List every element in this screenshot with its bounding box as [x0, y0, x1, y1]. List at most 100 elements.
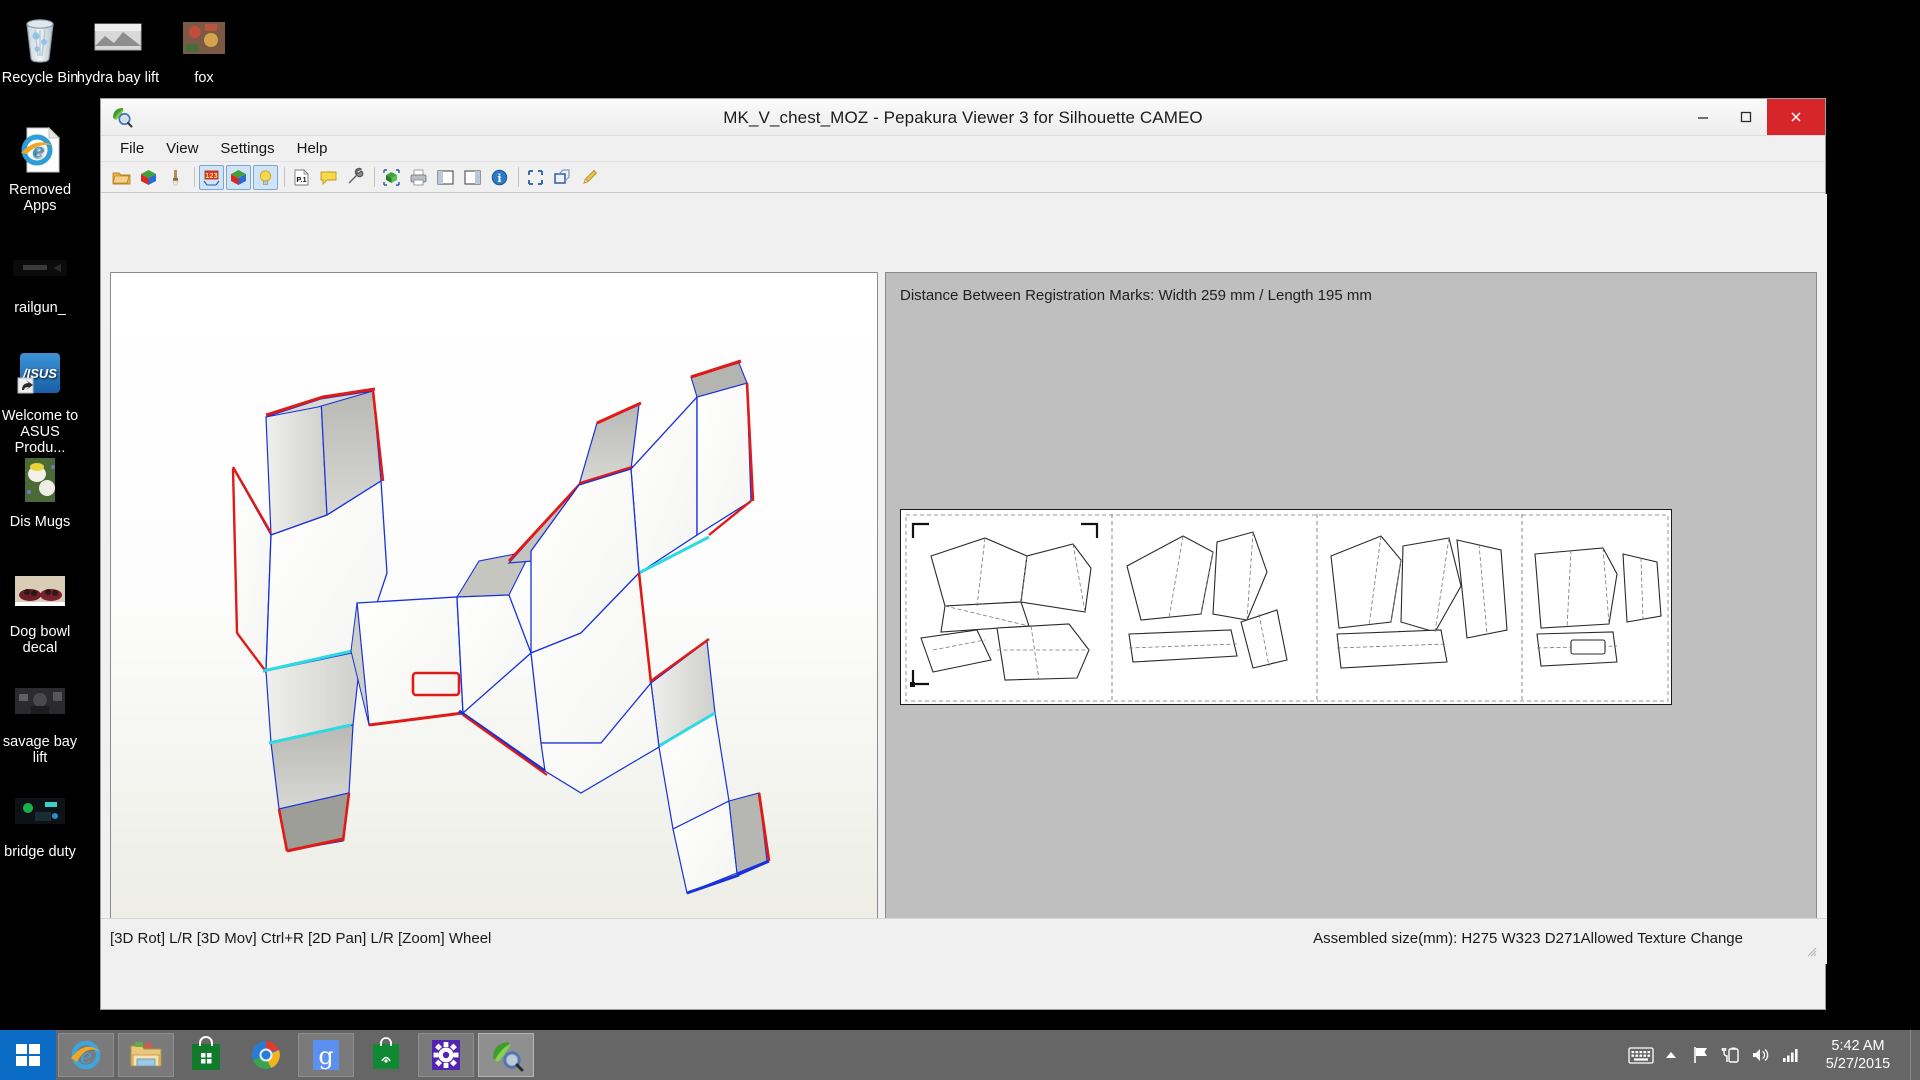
highlight-bulb-button[interactable]	[253, 164, 278, 190]
svg-text:e: e	[80, 1044, 92, 1068]
2d-pattern-viewport[interactable]: Distance Between Registration Marks: Wid…	[885, 272, 1817, 964]
edit-pencil-button[interactable]	[577, 165, 602, 190]
photo-thumbnail-icon	[11, 562, 69, 620]
svg-text:e: e	[32, 138, 44, 162]
clock-time: 5:42 AM	[1831, 1038, 1885, 1054]
menu-bar[interactable]: File View Settings Help	[101, 136, 1825, 162]
photo-thumbnail-icon	[11, 672, 69, 730]
show-desktop-button[interactable]	[1910, 1030, 1920, 1080]
svg-text:P.1: P.1	[296, 175, 306, 184]
green-bag-icon	[373, 1037, 399, 1069]
settings-wrench-button[interactable]	[343, 165, 368, 190]
internet-explorer-document-icon: e	[11, 120, 69, 178]
desktop-icon-label: bridge duty	[4, 844, 76, 860]
taskbar-google[interactable]: g	[298, 1033, 354, 1077]
client-area: Distance Between Registration Marks: Wid…	[101, 194, 1827, 964]
resize-grip[interactable]	[1805, 944, 1817, 957]
pattern-sheet[interactable]	[900, 509, 1672, 705]
status-hints: [3D Rot] L/R [3D Mov] Ctrl+R [2D Pan] L/…	[110, 930, 492, 947]
desktop-icon-railgun[interactable]: railgun_	[0, 238, 86, 316]
photo-thumbnail-icon	[89, 8, 147, 66]
toolbar-separator	[194, 167, 195, 187]
note-button[interactable]	[316, 165, 341, 190]
action-center-flag-icon[interactable]	[1686, 1030, 1716, 1080]
start-button[interactable]	[0, 1030, 56, 1080]
taskbar-file-explorer[interactable]	[118, 1033, 174, 1077]
show-3d-model-button[interactable]	[136, 165, 161, 190]
purple-gear-icon	[432, 1040, 460, 1070]
window-title: MK_V_chest_MOZ - Pepakura Viewer 3 for S…	[723, 108, 1203, 127]
taskbar-internet-explorer[interactable]: e	[58, 1033, 114, 1077]
taskbar-pepakura-viewer[interactable]	[478, 1033, 534, 1077]
menu-help[interactable]: Help	[287, 138, 338, 160]
desktop-icon-label: savage bay lift	[2, 734, 78, 766]
menu-file[interactable]: File	[110, 138, 154, 160]
3d-model-viewport[interactable]	[110, 272, 878, 964]
texture-brush-button[interactable]	[163, 165, 188, 190]
about-info-button[interactable]: i	[487, 165, 512, 190]
taskbar[interactable]: e g 5:42 AM 5/27/2015	[0, 1030, 1920, 1080]
layout-split-vertical-button[interactable]	[433, 165, 458, 190]
menu-view[interactable]: View	[156, 138, 208, 160]
chrome-icon	[252, 1041, 280, 1069]
print-button[interactable]	[406, 165, 431, 190]
windows-logo-icon	[16, 1044, 40, 1066]
volume-icon[interactable]	[1746, 1030, 1776, 1080]
minimize-button[interactable]	[1681, 99, 1724, 135]
photo-thumbnail-icon	[11, 452, 69, 510]
internet-explorer-icon: e	[71, 1040, 101, 1070]
show-hidden-icons-icon[interactable]	[1656, 1030, 1686, 1080]
touch-keyboard-icon[interactable]	[1626, 1030, 1656, 1080]
fit-to-window-button[interactable]	[523, 165, 548, 190]
desktop-icon-dog-bowl-decal[interactable]: Dog bowl decal	[0, 562, 86, 656]
desktop-icon-bridge-duty[interactable]: bridge duty	[0, 782, 86, 860]
pepakura-viewer-window[interactable]: MK_V_chest_MOZ - Pepakura Viewer 3 for S…	[100, 98, 1827, 1010]
battery-icon[interactable]	[1716, 1030, 1746, 1080]
page-number-button[interactable]: P.1	[289, 165, 314, 190]
toolbar-separator	[374, 167, 375, 187]
taskbar-store-green[interactable]	[358, 1033, 414, 1077]
desktop-icon-hydra-bay-lift[interactable]: hydra bay lift	[72, 8, 164, 86]
desktop-icon-label: Dis Mugs	[9, 514, 71, 530]
photo-thumbnail-icon	[175, 8, 233, 66]
close-button[interactable]	[1767, 99, 1825, 135]
photo-thumbnail-icon	[11, 238, 69, 296]
show-registration-marks-button[interactable]: 123	[199, 164, 224, 190]
zoom-region-button[interactable]	[550, 165, 575, 190]
show-unfold-cube-button[interactable]	[226, 164, 251, 190]
desktop-icon-removed-apps[interactable]: e Removed Apps	[0, 120, 86, 214]
store-bag-icon	[192, 1036, 220, 1070]
desktop[interactable]: Recycle Bin hydra bay lift fox e Removed…	[0, 0, 1920, 1030]
select-cube-button[interactable]	[379, 165, 404, 190]
toolbar-separator	[518, 167, 519, 187]
toolbar[interactable]: 123 P.1 i	[101, 162, 1825, 193]
system-tray[interactable]: 5:42 AM 5/27/2015	[1626, 1030, 1920, 1080]
taskbar-store[interactable]	[178, 1033, 234, 1077]
menu-settings[interactable]: Settings	[210, 138, 284, 160]
desktop-icon-label: Dog bowl decal	[9, 624, 71, 656]
taskbar-chrome[interactable]	[238, 1033, 294, 1077]
clock-date: 5/27/2015	[1825, 1056, 1891, 1072]
status-assembled-size: Assembled size(mm): H275 W323 D271Allowe…	[1313, 930, 1743, 947]
photo-thumbnail-icon	[11, 782, 69, 840]
desktop-icon-label: hydra bay lift	[76, 70, 160, 86]
taskbar-clock[interactable]: 5:42 AM 5/27/2015	[1806, 1030, 1910, 1080]
desktop-icon-label: Welcome to ASUS Produ...	[1, 408, 79, 456]
svg-text:123: 123	[205, 172, 218, 180]
desktop-icon-fox[interactable]: fox	[158, 8, 250, 86]
svg-text:g: g	[318, 1042, 333, 1070]
desktop-icon-label: Removed Apps	[8, 182, 72, 214]
taskbar-settings[interactable]	[418, 1033, 474, 1077]
pepakura-viewer-icon	[493, 1042, 524, 1072]
open-file-button[interactable]	[109, 165, 134, 190]
desktop-icon-dis-mugs[interactable]: Dis Mugs	[0, 452, 86, 530]
desktop-icon-savage-bay-lift[interactable]: savage bay lift	[0, 672, 86, 766]
status-bar: [3D Rot] L/R [3D Mov] Ctrl+R [2D Pan] L/…	[101, 918, 1827, 964]
network-icon[interactable]	[1776, 1030, 1806, 1080]
window-controls	[1681, 99, 1825, 135]
window-titlebar[interactable]: MK_V_chest_MOZ - Pepakura Viewer 3 for S…	[101, 99, 1825, 136]
desktop-icon-welcome-to-asus[interactable]: /ISUS Welcome to ASUS Produ...	[0, 346, 86, 456]
taskbar-apps[interactable]: e g	[56, 1030, 536, 1080]
maximize-button[interactable]	[1724, 99, 1767, 135]
layout-split-right-button[interactable]	[460, 165, 485, 190]
